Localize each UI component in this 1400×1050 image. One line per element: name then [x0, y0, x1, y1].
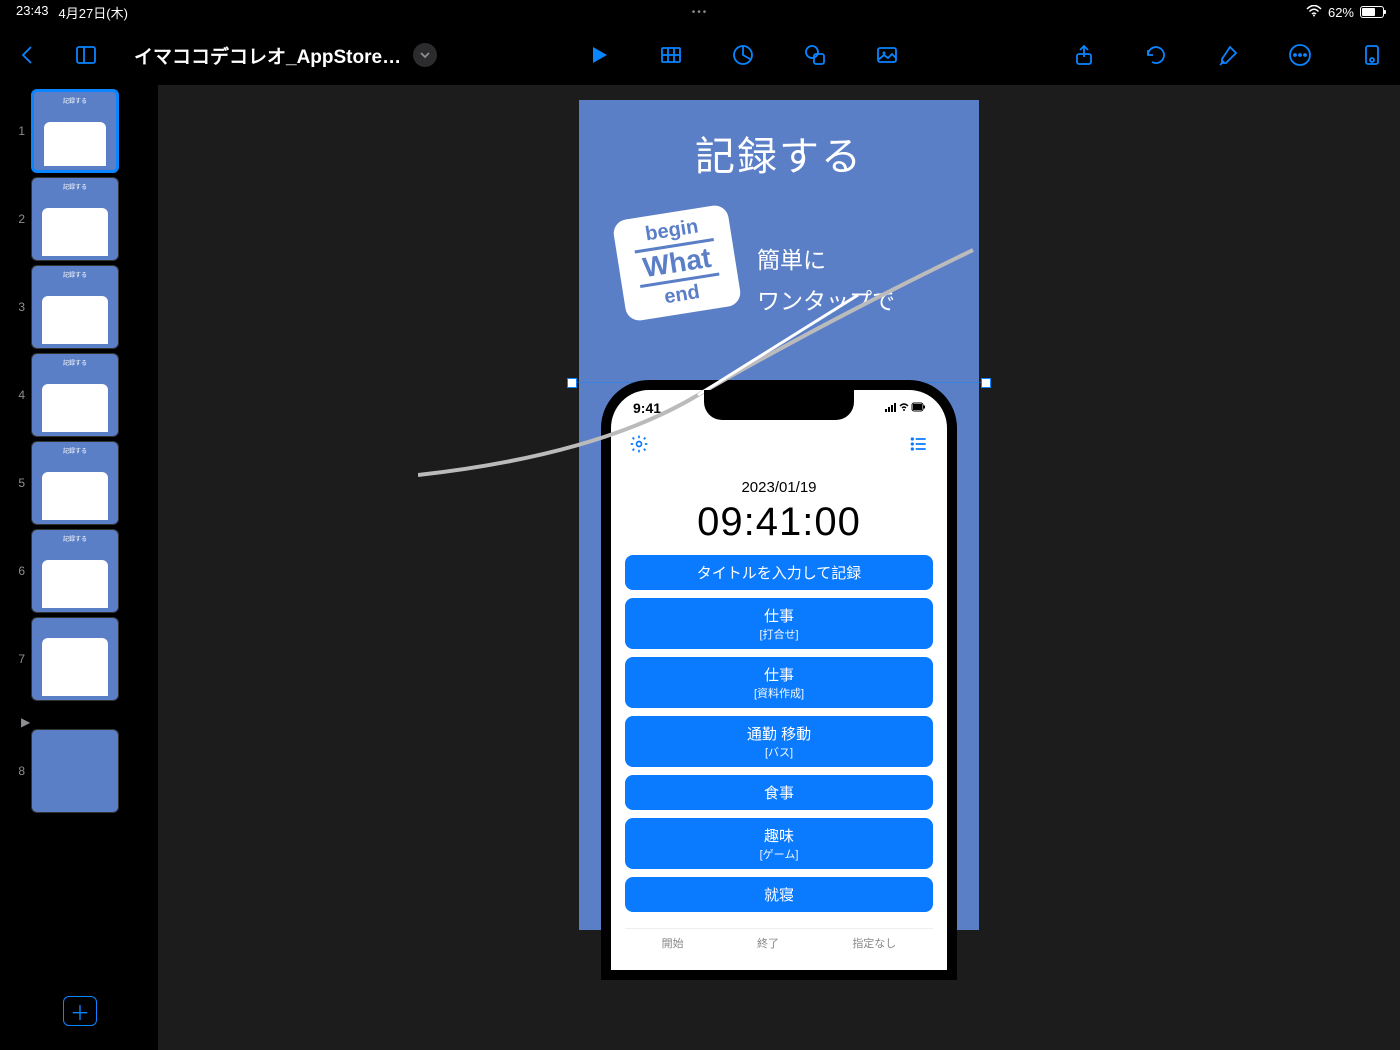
resize-handle-left[interactable]: [567, 378, 577, 388]
image-icon[interactable]: [871, 39, 903, 71]
format-brush-icon[interactable]: [1212, 39, 1244, 71]
battery-percent: 62%: [1328, 5, 1354, 20]
phone-clock: 09:41:00: [611, 500, 947, 545]
slide-thumb-5[interactable]: 5 記録する: [3, 441, 155, 525]
slide-thumb-6[interactable]: 6 記録する: [3, 529, 155, 613]
table-icon[interactable]: [655, 39, 687, 71]
slide-thumb-3[interactable]: 3 記録する: [3, 265, 155, 349]
multitask-dots[interactable]: •••: [692, 7, 709, 18]
shape-icon[interactable]: [799, 39, 831, 71]
slide-heading[interactable]: 記録する: [579, 100, 979, 182]
slide-canvas[interactable]: 記録する begin What end 簡単に ワンタップで 9:41: [158, 85, 1400, 1050]
phone-item-4: 趣味[ゲーム]: [625, 818, 933, 869]
phone-item-5: 就寝: [625, 877, 933, 912]
undo-icon[interactable]: [1140, 39, 1172, 71]
phone-mockup[interactable]: 9:41: [601, 380, 957, 980]
phone-item-1: 仕事[資料作成]: [625, 657, 933, 708]
phone-item-2: 通勤 移動[バス]: [625, 716, 933, 767]
app-logo-graphic[interactable]: begin What end: [612, 204, 743, 323]
title-dropdown-icon[interactable]: [413, 43, 437, 67]
chart-icon[interactable]: [727, 39, 759, 71]
resize-handle-right[interactable]: [981, 378, 991, 388]
list-icon: [909, 434, 929, 459]
phone-tabbar: 開始 終了 指定なし: [625, 928, 933, 951]
phone-signal-icons: [885, 400, 925, 416]
ipad-statusbar: 23:43 4月27日(木) ••• 62%: [0, 0, 1400, 24]
app-toolbar: イマココデコレオ_AppStore…: [0, 30, 1400, 80]
phone-date: 2023/01/19: [611, 479, 947, 496]
add-slide-button[interactable]: ＋: [63, 996, 97, 1026]
slide-navigator[interactable]: 1 記録する 2 記録する 3 記録する 4 記録する 5 記録する 6 記録す…: [0, 85, 158, 1050]
phone-item-0: 仕事[打合せ]: [625, 598, 933, 649]
phone-item-3: 食事: [625, 775, 933, 810]
slide-thumb-1[interactable]: 1 記録する: [3, 89, 155, 173]
slide-thumb-8[interactable]: 8: [3, 729, 155, 813]
phone-notch: [704, 390, 854, 420]
back-button[interactable]: [12, 39, 44, 71]
slide-thumb-2[interactable]: 2 記録する: [3, 177, 155, 261]
status-date: 4月27日(木): [59, 3, 128, 22]
status-time: 23:43: [16, 3, 49, 22]
phone-button-list: タイトルを入力して記録 仕事[打合せ] 仕事[資料作成] 通勤 移動[バス] 食…: [611, 545, 947, 922]
share-icon[interactable]: [1068, 39, 1100, 71]
slide-thumb-7[interactable]: 7: [3, 617, 155, 701]
collapse-arrow-icon[interactable]: ▶: [21, 715, 155, 729]
tagline-text[interactable]: 簡単に ワンタップで: [757, 240, 895, 323]
slide-content[interactable]: 記録する begin What end 簡単に ワンタップで 9:41: [579, 100, 979, 930]
wifi-icon: [1306, 5, 1322, 20]
document-title[interactable]: イマココデコレオ_AppStore…: [134, 42, 401, 69]
gear-icon: [629, 434, 649, 459]
play-button[interactable]: [583, 39, 615, 71]
sidebar-toggle-icon[interactable]: [70, 39, 102, 71]
slide-thumb-4[interactable]: 4 記録する: [3, 353, 155, 437]
more-icon[interactable]: [1284, 39, 1316, 71]
battery-icon: [1360, 6, 1384, 18]
phone-primary-button: タイトルを入力して記録: [625, 555, 933, 590]
document-settings-icon[interactable]: [1356, 39, 1388, 71]
